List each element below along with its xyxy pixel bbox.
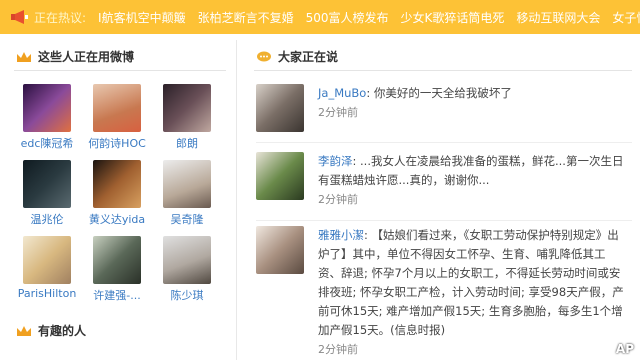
section-title-text: 大家正在说 (278, 50, 339, 64)
user-card[interactable]: 何韵诗HOC (84, 84, 150, 151)
ap-watermark: AP (615, 342, 634, 356)
user-card[interactable]: 陈少琪 (154, 236, 220, 303)
section-title-text: 这些人正在用微博 (38, 50, 135, 64)
section-title-text: 有趣的人 (38, 324, 87, 338)
hot-topic-link[interactable]: 女子怀孕 (612, 9, 640, 26)
user-name[interactable]: 温兆伦 (14, 211, 80, 227)
section-rule (254, 70, 632, 71)
user-card[interactable]: 温兆伦 (14, 160, 80, 227)
user-card[interactable]: ParisHilton (14, 236, 80, 300)
post-text: : 你美好的一天全给我破坏了 (366, 86, 512, 100)
user-name[interactable]: 吴奇隆 (154, 211, 220, 227)
section-rule (14, 70, 226, 71)
user-name[interactable]: 陈少琪 (154, 287, 220, 303)
user-card[interactable]: 吴奇隆 (154, 160, 220, 227)
avatar[interactable] (93, 236, 141, 284)
avatar[interactable] (163, 84, 211, 132)
hot-topic-link[interactable]: 500富人榜发布 (306, 9, 389, 26)
post-time[interactable]: 2分钟前 (318, 106, 358, 119)
feed-body: Ja_MuBo: 你美好的一天全给我破坏了 2分钟前 (318, 84, 628, 122)
avatar[interactable] (163, 160, 211, 208)
user-card[interactable]: 郎朗 (154, 84, 220, 151)
hot-topic-link[interactable]: I航客机空中颠簸 (98, 9, 186, 26)
avatar[interactable] (23, 236, 71, 284)
speech-bubble-icon (256, 51, 272, 63)
user-name[interactable]: edc陳冠希 (14, 135, 80, 151)
section-title-interesting: 有趣的人 (16, 322, 86, 339)
user-name[interactable]: 许建强-... (84, 287, 150, 303)
post-time[interactable]: 2分钟前 (318, 193, 358, 206)
user-name[interactable]: 郎朗 (154, 135, 220, 151)
avatar[interactable] (93, 84, 141, 132)
avatar[interactable] (93, 160, 141, 208)
feed-body: 雅雅小潔: 【姑娘们看过来，《女职工劳动保护特别规定》出炉了】其中，单位不得因女… (318, 226, 628, 359)
feed-divider (256, 142, 632, 143)
post-author[interactable]: Ja_MuBo (318, 86, 366, 100)
hot-topic-link[interactable]: 张柏芝断言不复婚 (198, 9, 294, 26)
crown-icon (16, 51, 32, 63)
column-divider (236, 40, 237, 360)
post-author[interactable]: 李韵泽 (318, 154, 353, 168)
feed-body: 李韵泽: ...我女人在凌晨给我准备的蛋糕，鲜花...第一次生日有蛋糕蜡烛许愿.… (318, 152, 628, 209)
avatar[interactable] (256, 152, 304, 200)
user-card[interactable]: 许建强-... (84, 236, 150, 303)
avatar[interactable] (256, 84, 304, 132)
user-card[interactable]: 黄义达yida (84, 160, 150, 227)
post-text: : 【姑娘们看过来，《女职工劳动保护特别规定》出炉了】其中，单位不得因女工怀孕、… (318, 228, 624, 337)
user-card[interactable]: edc陳冠希 (14, 84, 80, 151)
hot-topics-label: 正在热议: (34, 10, 87, 25)
post-time[interactable]: 2分钟前 (318, 343, 358, 356)
hot-topic-link[interactable]: 少女K歌猝话筒电死 (401, 9, 505, 26)
hot-topic-link[interactable]: 移动互联网大会 (516, 9, 600, 26)
avatar[interactable] (23, 84, 71, 132)
post-author[interactable]: 雅雅小潔 (318, 228, 364, 242)
crown-icon (16, 325, 32, 337)
user-name[interactable]: 黄义达yida (84, 211, 150, 227)
feed-divider (256, 220, 632, 221)
megaphone-icon (10, 9, 30, 25)
section-title-feed: 大家正在说 (256, 48, 338, 65)
hot-topics-bar: 正在热议: I航客机空中颠簸 张柏芝断言不复婚 500富人榜发布 少女K歌猝话筒… (0, 0, 640, 34)
avatar[interactable] (23, 160, 71, 208)
user-name[interactable]: ParisHilton (14, 287, 80, 300)
post-text: : ...我女人在凌晨给我准备的蛋糕，鲜花...第一次生日有蛋糕蜡烛许愿...真… (318, 154, 624, 187)
section-title-users: 这些人正在用微博 (16, 48, 134, 65)
user-name[interactable]: 何韵诗HOC (84, 135, 150, 151)
avatar[interactable] (256, 226, 304, 274)
avatar[interactable] (163, 236, 211, 284)
